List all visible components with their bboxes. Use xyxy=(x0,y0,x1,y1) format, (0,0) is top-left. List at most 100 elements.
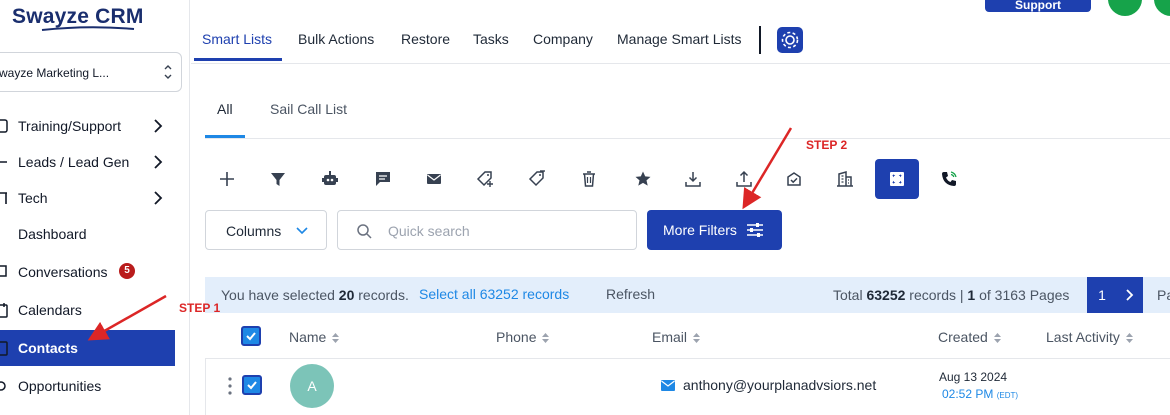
email-verify-icon xyxy=(787,172,801,186)
add-contact-button[interactable] xyxy=(214,166,240,192)
delete-button[interactable] xyxy=(576,166,602,192)
workflow-button[interactable] xyxy=(317,166,343,192)
quick-search-box xyxy=(337,210,637,250)
star-icon xyxy=(635,171,651,186)
account-switcher[interactable]: wayze Marketing L... xyxy=(0,52,182,92)
table-header: Name Phone Email Created Last Activity xyxy=(205,313,1170,359)
page-button-current[interactable]: 1 xyxy=(1087,277,1117,313)
merge-icon xyxy=(890,172,904,186)
tab-company[interactable]: Company xyxy=(533,31,593,47)
settings-button[interactable] xyxy=(777,27,803,53)
favorite-button[interactable] xyxy=(630,166,656,192)
sidebar-item-conversations[interactable]: Conversations 5 xyxy=(0,254,175,290)
sliders-icon xyxy=(747,223,763,237)
column-header-last-activity[interactable]: Last Activity xyxy=(1046,329,1134,345)
column-header-phone[interactable]: Phone xyxy=(496,329,550,345)
columns-dropdown[interactable]: Columns xyxy=(205,210,327,250)
export-button[interactable] xyxy=(731,166,757,192)
account-name: wayze Marketing L... xyxy=(0,66,110,80)
sidebar-item-label: Calendars xyxy=(18,302,82,318)
sidebar-item-calendars[interactable]: Calendars xyxy=(0,292,175,328)
email-value[interactable]: anthony@yourplanadvsiors.net xyxy=(683,377,876,393)
remove-tag-button[interactable] xyxy=(524,166,550,192)
subtab-sail-call-list[interactable]: Sail Call List xyxy=(270,101,347,117)
gear-icon xyxy=(0,381,6,391)
company-icon xyxy=(837,171,853,187)
sidebar-item-label: Opportunities xyxy=(18,378,102,394)
sidebar-item-contacts[interactable]: Contacts xyxy=(0,330,175,366)
sort-icon xyxy=(332,333,340,344)
refresh-link[interactable]: Refresh xyxy=(606,286,655,302)
tab-tasks[interactable]: Tasks xyxy=(473,31,509,47)
chevron-right-icon xyxy=(1126,289,1134,301)
chevron-down-icon xyxy=(296,227,308,235)
notification-button[interactable] xyxy=(1154,0,1170,16)
message-icon xyxy=(376,172,390,186)
company-button[interactable] xyxy=(832,166,858,192)
column-header-name[interactable]: Name xyxy=(289,329,340,345)
leads-icon xyxy=(0,161,7,163)
column-header-created[interactable]: Created xyxy=(938,329,1002,345)
chat-icon xyxy=(0,265,7,277)
trash-icon xyxy=(583,171,595,187)
download-icon xyxy=(685,172,701,187)
chevron-right-icon xyxy=(154,191,163,205)
selected-count-text: You have selected 20 records. xyxy=(221,287,409,303)
send-email-button[interactable] xyxy=(421,166,447,192)
sidebar-item-leads[interactable]: Leads / Lead Gen xyxy=(0,144,175,180)
sort-icon xyxy=(1125,333,1133,344)
next-page-button[interactable] xyxy=(1117,277,1143,313)
created-time: 02:52 PM (EDT) xyxy=(942,387,1019,401)
chevron-right-icon xyxy=(154,155,163,169)
avatar[interactable]: A xyxy=(290,364,334,408)
more-filters-button[interactable]: More Filters xyxy=(647,210,782,250)
active-tab-underline xyxy=(194,58,282,61)
sort-icon xyxy=(542,333,550,344)
filter-button[interactable] xyxy=(265,166,291,192)
sidebar-item-dashboard[interactable]: Dashboard xyxy=(0,216,175,252)
sidebar-item-opportunities[interactable]: Opportunities xyxy=(0,368,175,404)
total-records-text: Total 63252 records | 1 of 3163 Pages xyxy=(833,287,1070,303)
contacts-icon xyxy=(0,341,8,356)
table-row[interactable]: A anthony@yourplanadvsiors.net Aug 13 20… xyxy=(205,359,1170,415)
select-all-link[interactable]: Select all 63252 records xyxy=(419,286,569,302)
mail-icon xyxy=(661,380,675,391)
support-button[interactable]: Support xyxy=(985,0,1091,12)
subtab-all[interactable]: All xyxy=(217,101,233,117)
book-icon xyxy=(0,119,8,133)
tab-smart-lists[interactable]: Smart Lists xyxy=(202,31,272,47)
import-button[interactable] xyxy=(680,166,706,192)
selection-bar: You have selected 20 records. Select all… xyxy=(205,277,1170,313)
sidebar-item-tech[interactable]: Tech xyxy=(0,180,175,216)
more-filters-label: More Filters xyxy=(663,222,737,238)
page-size-label: Pa xyxy=(1157,287,1170,303)
tab-bulk-actions[interactable]: Bulk Actions xyxy=(298,31,374,47)
call-button[interactable] xyxy=(936,166,962,192)
tab-restore[interactable]: Restore xyxy=(401,31,450,47)
tab-divider xyxy=(759,26,761,54)
search-icon xyxy=(357,224,372,239)
tab-manage-smart-lists[interactable]: Manage Smart Lists xyxy=(617,31,742,47)
merge-duplicates-button[interactable] xyxy=(875,159,919,199)
verify-email-button[interactable] xyxy=(781,166,807,192)
phone-call-button[interactable] xyxy=(1108,0,1142,16)
column-header-email[interactable]: Email xyxy=(652,329,701,345)
drag-handle-icon[interactable] xyxy=(228,377,232,395)
mail-icon xyxy=(427,174,441,184)
phone-icon xyxy=(942,171,957,186)
add-tag-icon xyxy=(476,171,493,187)
subtab-divider xyxy=(205,138,1170,139)
add-tag-button[interactable] xyxy=(472,166,498,192)
sidebar-item-label: Leads / Lead Gen xyxy=(18,154,130,170)
sidebar-item-label: Tech xyxy=(18,190,48,206)
sidebar-item-training-support[interactable]: Training/Support xyxy=(0,108,175,144)
sidebar-item-label: Dashboard xyxy=(18,226,87,242)
row-checkbox[interactable] xyxy=(242,375,262,395)
calendar-icon xyxy=(0,303,8,318)
gear-icon xyxy=(781,31,799,49)
quick-search-input[interactable] xyxy=(388,220,618,242)
send-sms-button[interactable] xyxy=(370,166,396,192)
select-all-checkbox[interactable] xyxy=(241,326,261,346)
sort-icon xyxy=(993,333,1001,344)
sort-icon xyxy=(693,333,701,344)
